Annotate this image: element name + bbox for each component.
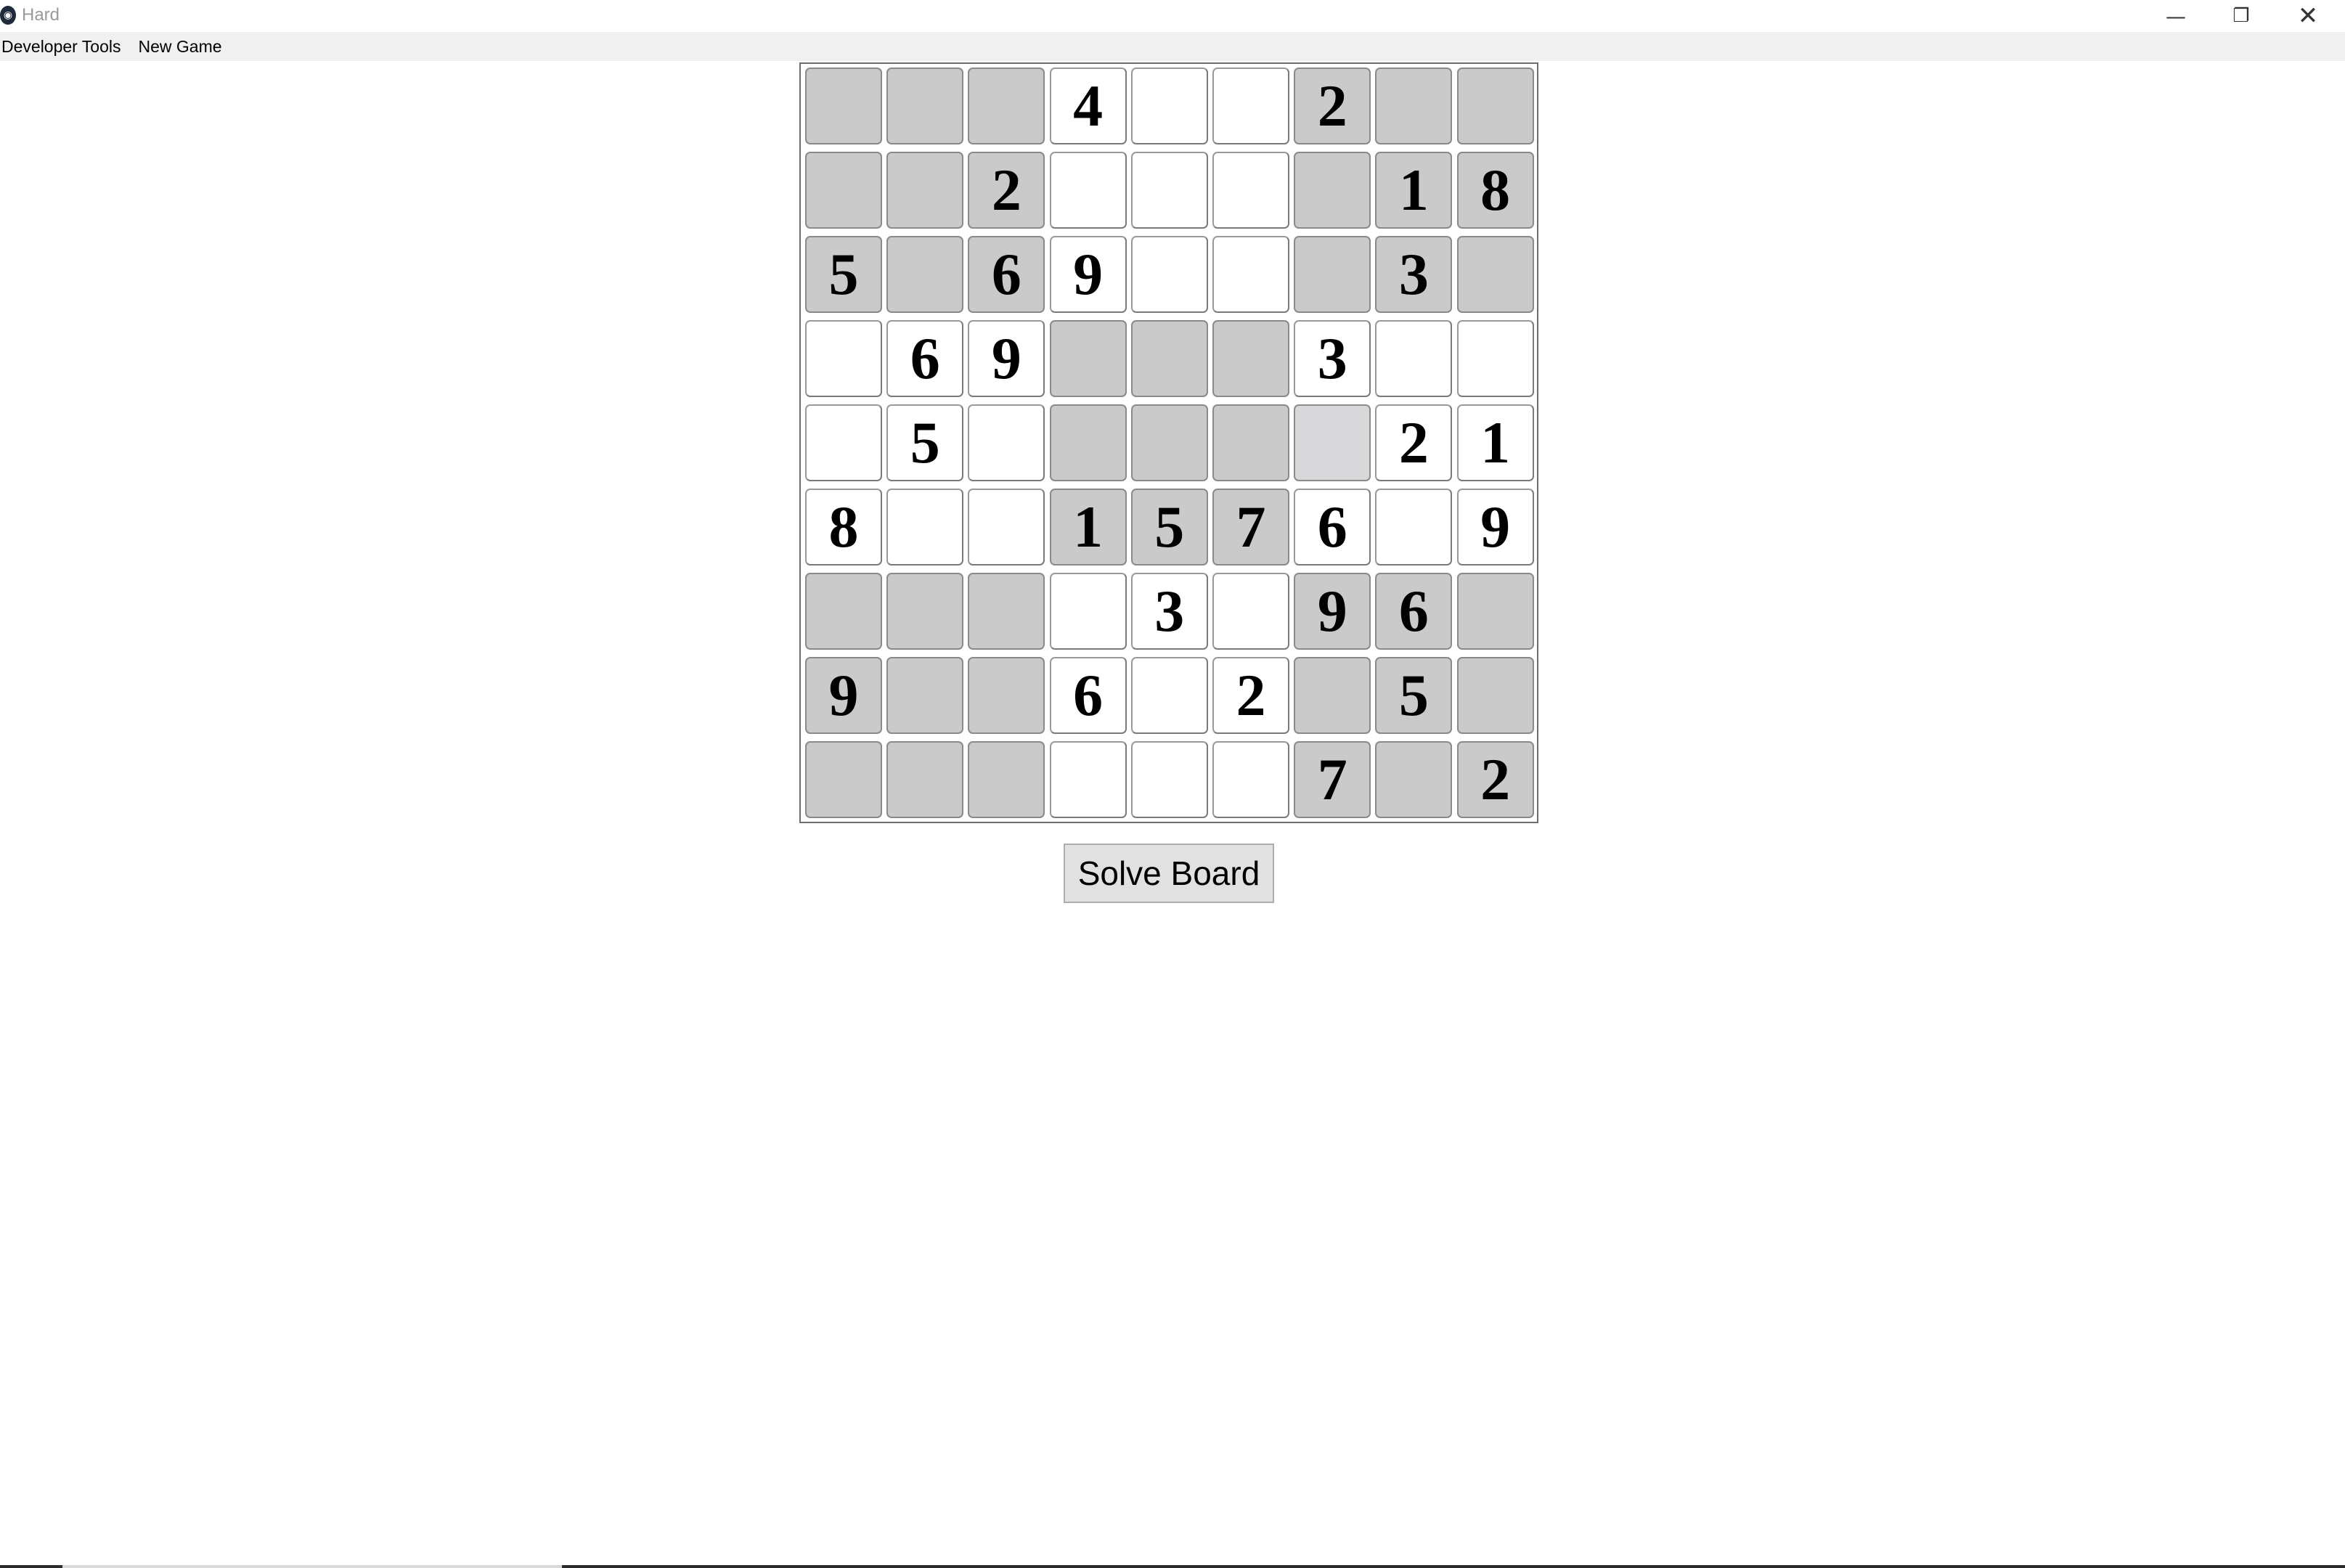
sudoku-cell[interactable] xyxy=(1212,741,1289,818)
sudoku-cell[interactable] xyxy=(1049,320,1127,397)
sudoku-cell[interactable]: 9 xyxy=(1294,573,1371,650)
sudoku-cell[interactable] xyxy=(1049,573,1127,650)
taskbar-edge xyxy=(62,1565,562,1568)
sudoku-cell[interactable]: 3 xyxy=(1130,573,1208,650)
sudoku-cell[interactable] xyxy=(1375,68,1453,144)
sudoku-cell[interactable] xyxy=(1375,741,1453,818)
sudoku-cell[interactable] xyxy=(1212,404,1289,481)
sudoku-cell[interactable] xyxy=(1456,320,1534,397)
sudoku-cell[interactable] xyxy=(968,573,1045,650)
sudoku-cell[interactable] xyxy=(1049,152,1127,229)
close-icon[interactable]: ✕ xyxy=(2275,0,2341,32)
sudoku-cell[interactable] xyxy=(968,68,1045,144)
sudoku-cell[interactable] xyxy=(1456,657,1534,734)
sudoku-cell[interactable]: 9 xyxy=(805,657,882,734)
sudoku-cell[interactable] xyxy=(1212,152,1289,229)
sudoku-cell[interactable] xyxy=(1130,152,1208,229)
sudoku-cell[interactable] xyxy=(968,657,1045,734)
sudoku-cell[interactable] xyxy=(968,489,1045,565)
sudoku-cell[interactable] xyxy=(805,320,882,397)
title-bar: ◉ Hard — ❐ ✕ xyxy=(0,0,2345,32)
sudoku-cell[interactable] xyxy=(886,489,964,565)
sudoku-cell[interactable]: 5 xyxy=(1130,489,1208,565)
sudoku-cell[interactable] xyxy=(886,152,964,229)
taskbar-edge xyxy=(0,1565,62,1568)
sudoku-cell[interactable] xyxy=(1212,573,1289,650)
sudoku-cell[interactable] xyxy=(968,404,1045,481)
sudoku-cell[interactable]: 2 xyxy=(1294,68,1371,144)
sudoku-cell[interactable]: 5 xyxy=(1375,657,1453,734)
sudoku-cell[interactable] xyxy=(886,657,964,734)
sudoku-cell[interactable] xyxy=(805,404,882,481)
sudoku-cell[interactable]: 9 xyxy=(1456,489,1534,565)
sudoku-cell[interactable] xyxy=(1294,657,1371,734)
sudoku-cell[interactable] xyxy=(1130,741,1208,818)
sudoku-cell[interactable]: 4 xyxy=(1049,68,1127,144)
sudoku-cell[interactable]: 9 xyxy=(1049,236,1127,313)
sudoku-cell[interactable] xyxy=(805,573,882,650)
sudoku-cell[interactable] xyxy=(1049,741,1127,818)
window-title: Hard xyxy=(22,5,60,25)
sudoku-cell[interactable]: 1 xyxy=(1049,489,1127,565)
sudoku-cell[interactable] xyxy=(886,236,964,313)
sudoku-cell[interactable]: 8 xyxy=(1456,152,1534,229)
sudoku-cell[interactable] xyxy=(968,741,1045,818)
sudoku-cell[interactable] xyxy=(886,68,964,144)
sudoku-cell[interactable]: 6 xyxy=(1049,657,1127,734)
sudoku-cell[interactable] xyxy=(1375,320,1453,397)
sudoku-cell[interactable]: 2 xyxy=(968,152,1045,229)
sudoku-cell[interactable]: 6 xyxy=(968,236,1045,313)
sudoku-cell[interactable]: 7 xyxy=(1212,489,1289,565)
sudoku-cell[interactable] xyxy=(1130,657,1208,734)
sudoku-cell[interactable] xyxy=(1049,404,1127,481)
sudoku-cell[interactable] xyxy=(1294,236,1371,313)
sudoku-cell[interactable]: 2 xyxy=(1212,657,1289,734)
sudoku-cell[interactable] xyxy=(1456,68,1534,144)
sudoku-cell[interactable] xyxy=(1212,68,1289,144)
sudoku-cell[interactable] xyxy=(886,573,964,650)
sudoku-cell[interactable]: 6 xyxy=(1375,573,1453,650)
sudoku-cell[interactable]: 3 xyxy=(1375,236,1453,313)
taskbar-edge xyxy=(562,1565,2345,1568)
sudoku-cell[interactable]: 5 xyxy=(886,404,964,481)
sudoku-cell[interactable] xyxy=(805,741,882,818)
sudoku-board: 422185693693521815769396962572 xyxy=(799,62,1538,823)
menu-new-game[interactable]: New Game xyxy=(137,37,231,57)
sudoku-cell[interactable]: 1 xyxy=(1456,404,1534,481)
sudoku-cell[interactable] xyxy=(1456,573,1534,650)
sudoku-cell[interactable] xyxy=(1294,404,1371,481)
sudoku-cell[interactable] xyxy=(1130,404,1208,481)
app-logo-icon: ◉ xyxy=(0,6,16,25)
sudoku-cell[interactable] xyxy=(1375,489,1453,565)
sudoku-cell[interactable] xyxy=(1130,236,1208,313)
sudoku-cell[interactable] xyxy=(1212,236,1289,313)
sudoku-cell[interactable]: 2 xyxy=(1456,741,1534,818)
sudoku-cell[interactable]: 1 xyxy=(1375,152,1453,229)
sudoku-cell[interactable] xyxy=(805,152,882,229)
sudoku-cell[interactable]: 8 xyxy=(805,489,882,565)
sudoku-cell[interactable] xyxy=(886,741,964,818)
sudoku-cell[interactable] xyxy=(1130,68,1208,144)
sudoku-cell[interactable] xyxy=(1130,320,1208,397)
sudoku-cell[interactable]: 6 xyxy=(1294,489,1371,565)
sudoku-cell[interactable]: 3 xyxy=(1294,320,1371,397)
sudoku-cell[interactable]: 2 xyxy=(1375,404,1453,481)
sudoku-cell[interactable] xyxy=(1294,152,1371,229)
maximize-icon[interactable]: ❐ xyxy=(2209,0,2274,32)
sudoku-cell[interactable] xyxy=(1456,236,1534,313)
menu-developer-tools[interactable]: Developer Tools xyxy=(0,37,130,57)
sudoku-cell[interactable]: 7 xyxy=(1294,741,1371,818)
solve-board-button[interactable]: Solve Board xyxy=(1064,844,1274,903)
minimize-icon[interactable]: — xyxy=(2143,0,2209,32)
menu-bar: Developer Tools New Game xyxy=(0,32,2345,61)
sudoku-cell[interactable]: 5 xyxy=(805,236,882,313)
sudoku-cell[interactable] xyxy=(805,68,882,144)
sudoku-cell[interactable] xyxy=(1212,320,1289,397)
sudoku-cell[interactable]: 9 xyxy=(968,320,1045,397)
sudoku-cell[interactable]: 6 xyxy=(886,320,964,397)
